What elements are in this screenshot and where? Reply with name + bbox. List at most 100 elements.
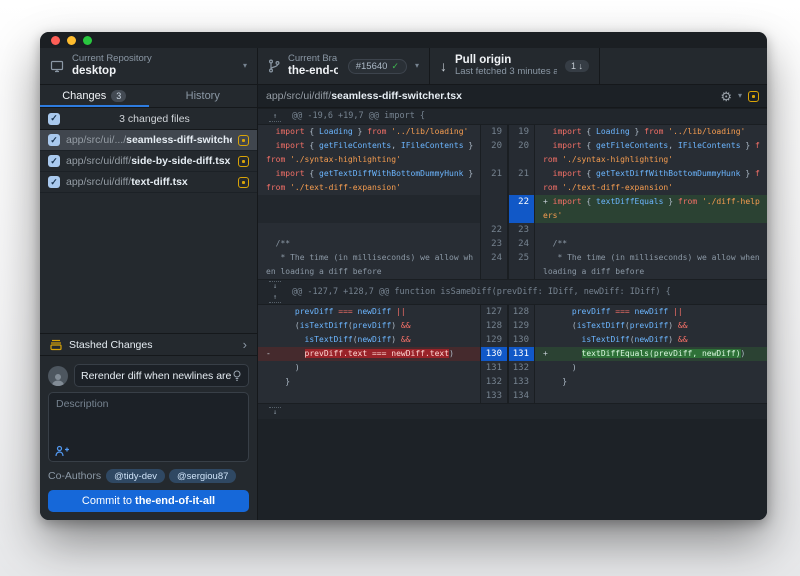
toolbar: Current Repository desktop ▾ Current Bra…	[40, 48, 767, 85]
line-number-new[interactable]: 24	[507, 237, 534, 251]
diff-line-marker	[266, 141, 276, 150]
line-number-new[interactable]: 131	[507, 347, 534, 361]
diff-pane: app/src/ui/diff/seamless-diff-switcher.t…	[258, 85, 767, 520]
repository-icon	[50, 60, 64, 73]
stashed-changes-label: Stashed Changes	[69, 339, 152, 351]
line-number-old[interactable]: 23	[480, 237, 507, 251]
diff-file-path: app/src/ui/diff/seamless-diff-switcher.t…	[266, 90, 714, 102]
select-all-checkbox[interactable]: ✓	[48, 113, 60, 125]
file-checkbox[interactable]: ✓	[48, 134, 60, 146]
line-number-new[interactable]: 128	[507, 305, 534, 319]
code-new	[534, 223, 767, 237]
line-number-old[interactable]: 130	[480, 347, 507, 361]
diff-line-marker	[266, 127, 276, 136]
line-number-new[interactable]: 134	[507, 389, 534, 403]
add-coauthor-button[interactable]	[55, 445, 69, 457]
file-path-label: app/src/ui/diff/text-diff.tsx	[66, 176, 232, 188]
diff-line-marker	[266, 239, 276, 248]
code-new	[534, 389, 767, 403]
coauthor-pill[interactable]: @tidy-dev	[106, 469, 165, 483]
line-number-old[interactable]: 22	[480, 223, 507, 237]
diff-line-marker	[543, 363, 553, 372]
pr-status-badge: #15640 ✓	[348, 59, 407, 74]
expand-down-button[interactable]: ↓	[269, 407, 281, 417]
coauthors-row: Co-Authors @tidy-dev@sergiou87	[48, 467, 249, 485]
branch-label: Current Bra...	[288, 54, 338, 65]
line-number-old[interactable]: 19	[480, 125, 507, 139]
file-row[interactable]: ✓ app/src/ui/.../seamless-diff-switcher.t…	[40, 130, 257, 151]
line-number-new[interactable]: 129	[507, 319, 534, 333]
code-old: }	[258, 375, 480, 389]
line-number-new[interactable]: 22	[507, 195, 534, 223]
file-path-label: app/src/ui/.../seamless-diff-switcher.ts…	[66, 134, 232, 146]
file-row[interactable]: ✓app/src/ui/diff/side-by-side-diff.tsx	[40, 151, 257, 172]
toolbar-empty-area	[600, 48, 767, 84]
stashed-changes-row[interactable]: Stashed Changes ›	[40, 333, 257, 355]
expand-up-button[interactable]: ↑	[269, 293, 281, 303]
tab-changes[interactable]: Changes 3	[40, 85, 149, 107]
line-number-old[interactable]: 129	[480, 333, 507, 347]
expand-down-button[interactable]: ↓	[269, 281, 281, 291]
coauthor-pill[interactable]: @sergiou87	[169, 469, 236, 483]
expand-up-button[interactable]: ↑	[269, 112, 281, 122]
minimize-window-button[interactable]	[67, 36, 76, 45]
pull-origin-button[interactable]: ↓ Pull origin Last fetched 3 minutes ago…	[430, 48, 600, 84]
diff-line-marker	[266, 307, 276, 316]
line-number-new[interactable]: 25	[507, 251, 534, 279]
close-window-button[interactable]	[51, 36, 60, 45]
file-row[interactable]: ✓ app/src/ui/diff/text-diff.tsx	[40, 172, 257, 193]
file-checkbox[interactable]: ✓	[48, 176, 60, 188]
line-number-new[interactable]: 19	[507, 125, 534, 139]
pull-arrow-icon: ↓	[440, 58, 447, 74]
line-number-old[interactable]: 20	[480, 139, 507, 167]
caret-down-icon: ▾	[243, 62, 247, 70]
current-repository-button[interactable]: Current Repository desktop ▾	[40, 48, 258, 84]
code-old	[258, 223, 480, 237]
check-icon: ✓	[391, 61, 399, 72]
changes-count-badge: 3	[111, 90, 126, 102]
line-number-new[interactable]: 20	[507, 139, 534, 167]
hunk-expanders: ↓↑	[258, 281, 292, 303]
line-number-old[interactable]: 128	[480, 319, 507, 333]
line-number-new[interactable]: 133	[507, 375, 534, 389]
code-new: prevDiff === newDiff ||	[534, 305, 767, 319]
diff-row: * The time (in milliseconds) we allow wh…	[258, 251, 767, 279]
zoom-window-button[interactable]	[83, 36, 92, 45]
line-number-new[interactable]: 21	[507, 167, 534, 195]
code-new: )	[534, 361, 767, 375]
line-number-old[interactable]: 24	[480, 251, 507, 279]
line-number-old[interactable]: 132	[480, 375, 507, 389]
diff-line-marker: +	[543, 197, 553, 206]
code-old: prevDiff === newDiff ||	[258, 305, 480, 319]
tab-history[interactable]: History	[149, 85, 258, 107]
gear-icon[interactable]: ⚙	[720, 90, 732, 103]
diff-line-marker	[543, 391, 553, 400]
sidebar-empty-area	[40, 193, 257, 333]
line-number-new[interactable]: 23	[507, 223, 534, 237]
code-new: import { getTextDiffWithBottomDummyHunk …	[534, 167, 767, 195]
line-number-old[interactable]: 131	[480, 361, 507, 375]
line-number-old[interactable]: 133	[480, 389, 507, 403]
line-number-old[interactable]: 127	[480, 305, 507, 319]
commit-button[interactable]: Commit to the-end-of-it-all	[48, 490, 249, 512]
diff-line-marker	[543, 141, 553, 150]
code-old: import { Loading } from '../lib/loading'	[258, 125, 480, 139]
branch-icon	[268, 59, 280, 73]
diff-settings-caret-icon[interactable]: ▾	[738, 92, 742, 100]
diff-line-marker	[543, 321, 553, 330]
line-number-new[interactable]: 130	[507, 333, 534, 347]
diff-line-marker	[266, 335, 276, 344]
changed-files-label: 3 changed files	[60, 113, 249, 125]
hunk-header-text: @@ -127,7 +128,7 @@ function isSameDiff(…	[292, 286, 671, 299]
code-new: import { Loading } from '../lib/loading'	[534, 125, 767, 139]
commit-summary-input[interactable]: Rerender diff when newlines are adde	[74, 364, 249, 387]
current-branch-button[interactable]: Current Bra... the-end-of... #15640 ✓ ▾	[258, 48, 430, 84]
diff-row: isTextDiff(newDiff) &&129130 isTextDiff(…	[258, 333, 767, 347]
branch-name: the-end-of...	[288, 65, 338, 78]
file-checkbox[interactable]: ✓	[48, 155, 60, 167]
commit-description-input[interactable]: Description	[48, 392, 249, 462]
line-number-new[interactable]: 132	[507, 361, 534, 375]
line-number-old[interactable]: 21	[480, 167, 507, 195]
stash-icon	[50, 339, 62, 351]
line-number-old[interactable]	[480, 195, 507, 223]
